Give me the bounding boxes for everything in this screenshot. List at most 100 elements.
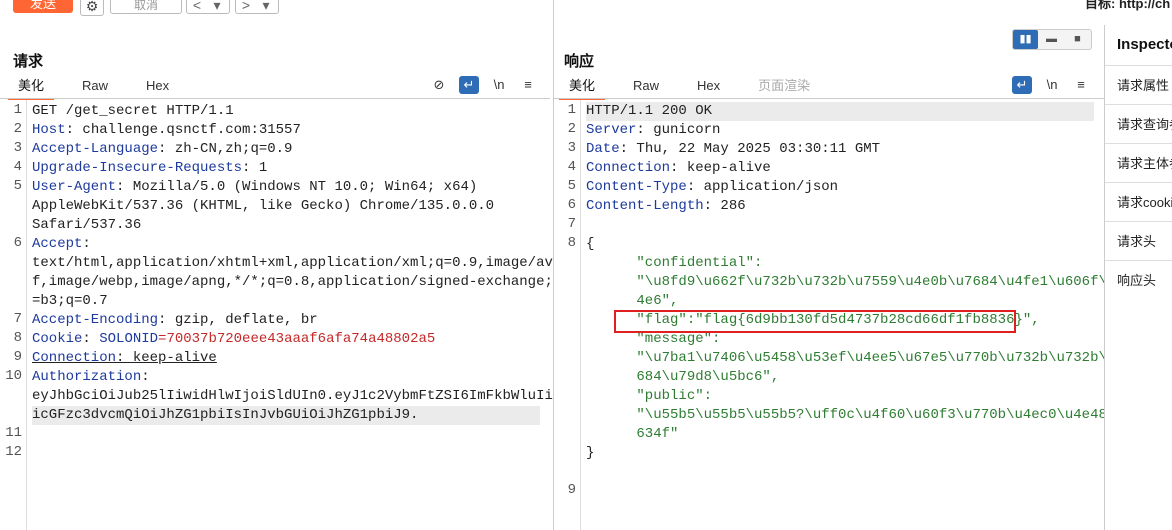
code-line[interactable]: 4e6", — [586, 292, 1094, 311]
flag-highlight-box — [614, 310, 1016, 333]
code-line[interactable]: "public": — [586, 387, 1094, 406]
header-name: Connection — [586, 160, 671, 176]
code-line[interactable]: Date: Thu, 22 May 2025 03:30:11 GMT — [586, 140, 1094, 159]
request-panel: 请求 美化 Raw Hex ⊘ ↵ \n ≡ 1 2 3 4 5 6 7 8 9 10 11 12 GET… — [0, 0, 561, 530]
inspector-item-query-params[interactable]: 请求查询参数 — [1105, 104, 1172, 144]
line-number: 5 — [13, 178, 22, 194]
response-tools: ↵ \n ≡ — [1012, 76, 1102, 94]
header-name: Accept-Language — [32, 141, 159, 157]
line-value: "\u55b5\u55b5\u55b5?\uff0c\u4f60\u60f3\u… — [586, 407, 1124, 423]
code-line[interactable]: f,image/webp,image/apng,*/*;q=0.8,applic… — [32, 273, 561, 292]
line-number: 7 — [13, 311, 22, 327]
tab-response-hex[interactable]: Hex — [687, 76, 730, 98]
menu-icon[interactable]: ≡ — [1070, 76, 1092, 94]
header-name: Content-Type — [586, 179, 687, 195]
cookie-value: =70037b720eee43aaaf6afa74a48802a5 — [158, 331, 436, 347]
layout-side-by-side-icon[interactable]: ▮▮ — [1013, 30, 1038, 49]
response-divider — [554, 98, 1104, 99]
menu-icon[interactable]: ≡ — [517, 76, 539, 94]
line-value: HTTP/1.1 200 OK — [586, 103, 713, 119]
request-gutter: 1 2 3 4 5 6 7 8 9 10 11 12 — [0, 100, 27, 530]
code-line[interactable]: 684\u79d8\u5bc6", — [586, 368, 1094, 387]
code-line[interactable]: HTTP/1.1 200 OK — [586, 102, 1094, 121]
code-line[interactable]: AppleWebKit/537.36 (KHTML, like Gecko) C… — [32, 197, 540, 216]
code-line[interactable]: "\u8fd9\u662f\u732b\u732b\u7559\u4e0b\u7… — [586, 273, 1123, 292]
code-line[interactable]: GET /get_secret HTTP/1.1 — [32, 102, 540, 121]
newline-toggle-icon[interactable]: \n — [488, 76, 510, 94]
line-value: : application/json — [686, 179, 839, 195]
line-value: "confidential": — [586, 255, 763, 271]
hide-nonprint-eye-icon[interactable]: ⊘ — [428, 76, 450, 94]
inspector-item-body-params[interactable]: 请求主体参数 — [1105, 143, 1172, 183]
line-number: 9 — [13, 349, 22, 365]
code-line[interactable]: icGFzc3dvcmQiOiJhZG1pbiIsInJvbGUiOiJhZG1… — [32, 406, 540, 425]
line-number: 11 — [5, 425, 22, 441]
line-value: AppleWebKit/537.36 (KHTML, like Gecko) C… — [32, 198, 495, 214]
wrap-lines-icon[interactable]: ↵ — [459, 76, 479, 94]
inspector-title: Inspector — [1117, 36, 1172, 53]
code-line[interactable]: =b3;q=0.7 — [32, 292, 540, 311]
code-line[interactable]: Content-Type: application/json — [586, 178, 1094, 197]
layout-tabs-icon[interactable]: ■ — [1065, 30, 1090, 49]
tab-request-hex[interactable]: Hex — [136, 76, 179, 98]
code-line[interactable]: Authorization: — [32, 368, 540, 387]
response-gutter: 1 2 3 4 5 6 7 8 9 — [554, 100, 581, 530]
cookie-name: SOLONID — [99, 331, 159, 347]
tab-response-pretty[interactable]: 美化 — [559, 76, 606, 100]
wrap-lines-icon[interactable]: ↵ — [1012, 76, 1032, 94]
code-line[interactable]: eyJhbGciOiJub25lIiwidHlwIjoiSldUIn0.eyJ1… — [32, 387, 561, 406]
tab-response-raw[interactable]: Raw — [623, 76, 669, 98]
code-line[interactable]: "\u55b5\u55b5\u55b5?\uff0c\u4f60\u60f3\u… — [586, 406, 1123, 425]
code-line[interactable]: 634f" — [586, 425, 1094, 444]
code-line[interactable]: User-Agent: Mozilla/5.0 (Windows NT 10.0… — [32, 178, 540, 197]
response-tabs: 美化 Raw Hex 页面渲染 — [559, 76, 838, 100]
newline-toggle-icon[interactable]: \n — [1041, 76, 1063, 94]
tab-request-pretty[interactable]: 美化 — [8, 76, 55, 100]
code-line[interactable]: Cookie: SOLONID=70037b720eee43aaaf6afa74… — [32, 330, 540, 349]
code-line[interactable]: Accept: — [32, 235, 540, 254]
code-line[interactable]: Content-Length: 286 — [586, 197, 1094, 216]
code-line[interactable]: { — [586, 235, 1094, 254]
inspector-item-cookies[interactable]: 请求cookie — [1105, 182, 1172, 222]
code-line[interactable]: "confidential": — [586, 254, 1094, 273]
line-number: 2 — [13, 121, 22, 137]
code-line[interactable]: text/html,application/xhtml+xml,applicat… — [32, 254, 561, 273]
line-number: 5 — [567, 178, 576, 194]
code-line[interactable]: Upgrade-Insecure-Requests: 1 — [32, 159, 540, 178]
code-line[interactable]: Connection: keep-alive — [32, 349, 540, 368]
code-line[interactable]: Connection: keep-alive — [586, 159, 1094, 178]
header-name: Cookie — [32, 331, 83, 347]
code-line[interactable]: Server: gunicorn — [586, 121, 1094, 140]
line-number: 3 — [13, 140, 22, 156]
line-value: icGFzc3dvcmQiOiJhZG1pbiIsInJvbGUiOiJhZG1… — [32, 407, 419, 423]
request-divider — [0, 98, 550, 99]
line-value: : keep-alive — [116, 350, 217, 366]
code-line[interactable]: Accept-Language: zh-CN,zh;q=0.9 — [32, 140, 540, 159]
header-name: Connection — [32, 350, 117, 366]
line-value: : — [141, 369, 150, 385]
layout-top-bottom-icon[interactable]: ▬ — [1039, 30, 1064, 49]
code-line[interactable]: Safari/537.36 — [32, 216, 540, 235]
code-line[interactable]: "\u7ba1\u7406\u5458\u53ef\u4ee5\u67e5\u7… — [586, 349, 1123, 368]
line-value: "\u7ba1\u7406\u5458\u53ef\u4ee5\u67e5\u7… — [586, 350, 1124, 366]
line-value: : 286 — [703, 198, 746, 214]
response-title: 响应 — [564, 53, 595, 70]
request-editor[interactable]: 1 2 3 4 5 6 7 8 9 10 11 12 GET /get_secret HTTP/1.1… — [0, 100, 561, 530]
tab-response-render[interactable]: 页面渲染 — [748, 76, 820, 98]
header-name: Accept-Encoding — [32, 312, 159, 328]
code-line[interactable]: Host: challenge.qsnctf.com:31557 — [32, 121, 540, 140]
header-name: Upgrade-Insecure-Requests — [32, 160, 243, 176]
header-name: Content-Length — [586, 198, 704, 214]
tab-request-raw[interactable]: Raw — [72, 76, 118, 98]
line-number: 8 — [567, 235, 576, 251]
line-number: 6 — [567, 197, 576, 213]
code-line[interactable]: Accept-Encoding: gzip, deflate, br — [32, 311, 540, 330]
inspector-item-request-attributes[interactable]: 请求属性 — [1105, 65, 1172, 105]
code-line[interactable]: } — [586, 444, 1094, 463]
inspector-item-response-headers[interactable]: 响应头 — [1105, 260, 1172, 300]
line-number: 10 — [5, 368, 22, 384]
inspector-item-request-headers[interactable]: 请求头 — [1105, 221, 1172, 261]
line-number: 4 — [567, 159, 576, 175]
line-value: Safari/537.36 — [32, 217, 142, 233]
request-title: 请求 — [13, 53, 44, 70]
